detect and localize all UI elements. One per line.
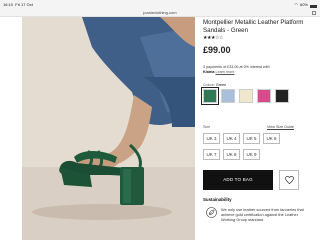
rating-stars[interactable]: ★★★☆☆ [203, 35, 223, 41]
size-label: Size [203, 125, 211, 129]
klarna-logo: Klarna [203, 70, 215, 74]
size-uk-3[interactable]: UK 3 [203, 133, 220, 144]
colour-value: Green [215, 83, 227, 87]
klarna-learn-more-link[interactable]: Learn more [216, 70, 235, 74]
size-uk-4[interactable]: UK 4 [223, 133, 240, 144]
sustainability-title: Sustainability [203, 197, 232, 202]
status-bar: 16:10 Fri 17 Oct ◠ 60% [0, 0, 320, 9]
swatch-pink[interactable] [257, 89, 271, 103]
size-uk-7[interactable]: UK 7 [203, 149, 220, 160]
battery-percent: 60% [299, 2, 308, 7]
product-price: £99.00 [203, 45, 231, 55]
product-image[interactable] [22, 17, 195, 240]
url-text[interactable]: joanieclothing.com [0, 9, 320, 17]
battery-icon [310, 4, 317, 8]
status-icons: ◠ 60% [294, 0, 317, 9]
swatch-green[interactable] [201, 87, 219, 105]
swatch-blue[interactable] [221, 89, 235, 103]
product-title: Montpellier Metallic Leather Platform Sa… [203, 19, 304, 34]
colour-label: Colour: [203, 83, 215, 87]
leaf-icon [206, 207, 217, 218]
sustainability-text: We only use leather sourced from tanneri… [221, 207, 304, 223]
wifi-icon: ◠ [294, 2, 298, 7]
tabs-icon[interactable] [312, 11, 316, 15]
heart-icon [284, 176, 294, 184]
size-uk-5[interactable]: UK 5 [243, 133, 260, 144]
klarna-info: 3 payments of £33.00 at 0% interest with… [203, 65, 315, 75]
swatch-cream[interactable] [239, 89, 253, 103]
swatch-black[interactable] [275, 89, 289, 103]
colour-label-row: Colour: Green [203, 83, 226, 87]
status-time: 16:10 Fri 17 Oct [3, 2, 33, 7]
colour-swatches [201, 87, 293, 105]
size-uk-6[interactable]: UK 6 [263, 133, 280, 144]
size-uk-9[interactable]: UK 9 [243, 149, 260, 160]
size-uk-8[interactable]: UK 8 [223, 149, 240, 160]
wishlist-button[interactable] [279, 170, 299, 190]
size-guide-link[interactable]: View Size Guide [267, 125, 294, 129]
url-bar[interactable]: joanieclothing.com [0, 9, 320, 17]
add-to-bag-button[interactable]: ADD TO BAG [203, 170, 273, 190]
klarna-text: 3 payments of £33.00 at 0% interest with [203, 65, 270, 69]
